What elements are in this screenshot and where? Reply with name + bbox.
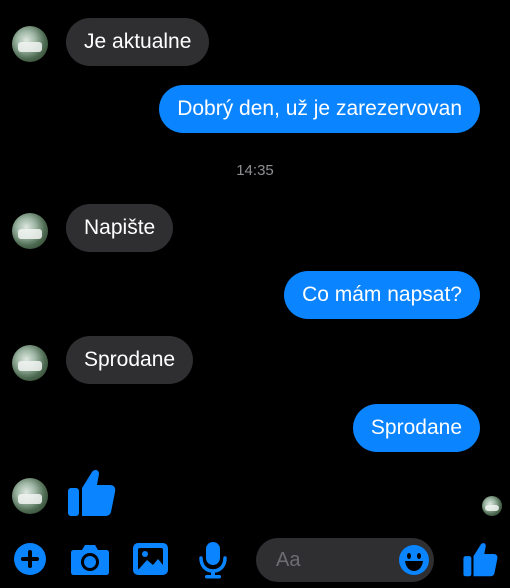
message-input-placeholder: Aa xyxy=(276,549,301,571)
outgoing-message[interactable]: Sprodane xyxy=(352,404,480,452)
outgoing-message[interactable]: Dobrý den, už je zarezervovan xyxy=(159,85,480,133)
plus-icon[interactable] xyxy=(12,541,48,582)
incoming-message[interactable]: Je aktualne xyxy=(66,18,210,66)
contact-avatar[interactable] xyxy=(12,345,48,381)
incoming-message[interactable]: Sprodane xyxy=(66,336,194,384)
gallery-icon[interactable] xyxy=(132,541,170,582)
message-input[interactable]: Aa xyxy=(256,538,434,582)
message-timestamp: 14:35 xyxy=(236,162,274,179)
outgoing-message[interactable]: Co mám napsat? xyxy=(284,271,480,319)
thumbs-up-icon[interactable] xyxy=(66,466,116,523)
emoji-icon[interactable] xyxy=(398,544,430,576)
contact-avatar[interactable] xyxy=(12,26,48,62)
contact-avatar[interactable] xyxy=(12,478,48,514)
seen-avatar-indicator xyxy=(482,496,502,516)
camera-icon[interactable] xyxy=(70,541,110,582)
contact-avatar[interactable] xyxy=(12,213,48,249)
incoming-message[interactable]: Napište xyxy=(66,204,174,252)
microphone-icon[interactable] xyxy=(198,541,228,584)
thumbs-up-icon[interactable] xyxy=(462,540,498,583)
